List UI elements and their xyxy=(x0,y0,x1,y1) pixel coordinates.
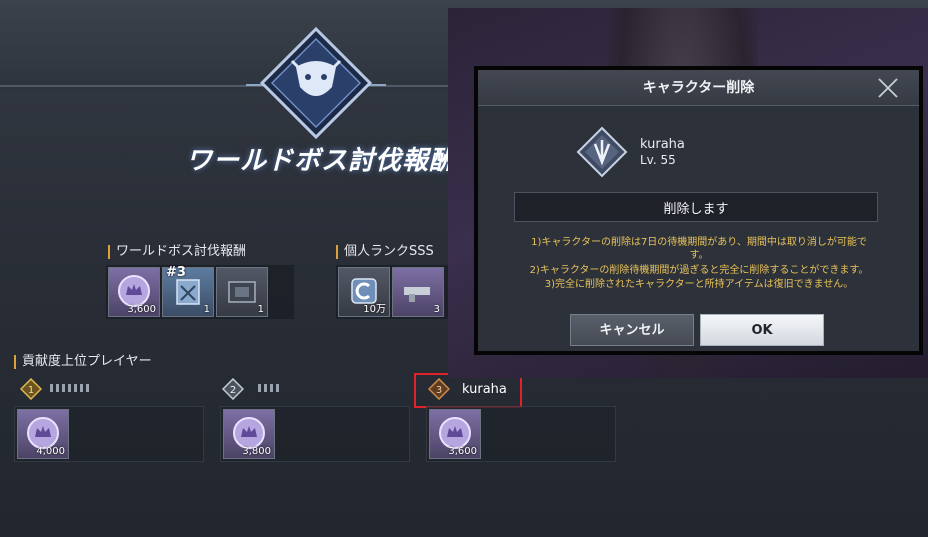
notice-line-1: 1)キャラクターの削除は7日の待機期間があり、期間中は取り消しが可能で xyxy=(531,237,867,248)
svg-text:1: 1 xyxy=(28,385,34,396)
reward-slot-weapon[interactable]: 3 xyxy=(392,267,444,317)
reward-count: 3,800 xyxy=(242,446,271,457)
character-level: Lv. 55 xyxy=(640,153,676,167)
notice-line-2: 2)キャラクターの削除待機期間が過ぎると完全に削除することができます。 xyxy=(529,265,869,276)
reward-slot-ticket[interactable]: 10万 xyxy=(338,267,390,317)
reward-count: 3,600 xyxy=(127,304,156,315)
player-reward-slot[interactable]: 3,600 xyxy=(429,409,481,459)
player-reward-slot[interactable]: 3,800 xyxy=(223,409,275,459)
character-class-icon xyxy=(576,126,628,178)
close-icon[interactable] xyxy=(876,76,900,100)
boss-emblem-icon xyxy=(246,26,386,140)
cancel-button[interactable]: キャンセル xyxy=(570,314,694,346)
crown-coin-icon xyxy=(233,417,265,449)
highlight-box xyxy=(414,373,522,408)
character-name: kuraha xyxy=(640,137,685,152)
dialog-title: キャラクター削除 xyxy=(642,80,755,96)
svg-text:2: 2 xyxy=(230,385,236,396)
confirm-delete-input[interactable] xyxy=(514,192,878,222)
armor-crate-icon xyxy=(228,281,256,303)
redacted-name-2 xyxy=(258,384,280,392)
boss-reward-row: 3,600 1 1 xyxy=(106,265,294,319)
reward-count: 3 xyxy=(433,304,440,315)
reward-count: 3,600 xyxy=(448,446,477,457)
reward-count: 1 xyxy=(203,304,210,315)
notice-line-1-cont: す。 xyxy=(689,250,709,261)
reward-count: 4,000 xyxy=(36,446,65,457)
delete-character-dialog: キャラクター削除 kuraha Lv. 55 1)キャラクターの削除は7日の待機… xyxy=(474,66,923,355)
crown-coin-icon xyxy=(118,275,150,307)
reward-count: 1 xyxy=(257,304,264,315)
player-panel-2: 3,800 xyxy=(220,406,410,462)
rank-1-badge-icon: 1 xyxy=(20,378,42,400)
crown-coin-icon xyxy=(27,417,59,449)
redacted-name-1 xyxy=(50,384,92,392)
player-panel-1: 4,000 xyxy=(14,406,204,462)
page-title: ワールドボス討伐報酬 xyxy=(186,146,457,176)
notice-line-3: 3)完全に削除されたキャラクターと所持アイテムは復旧できません。 xyxy=(544,279,854,290)
contributors-heading: 貢献度上位プレイヤー xyxy=(14,355,152,369)
rank-marker: #3 xyxy=(166,265,186,280)
reward-slot-crate[interactable]: 1 xyxy=(216,267,268,317)
personal-rank-row: 10万 3 xyxy=(336,265,448,319)
boss-reward-label: ワールドボス討伐報酬 xyxy=(108,245,246,259)
reward-slot-coin[interactable]: 3,600 xyxy=(108,267,160,317)
player-reward-slot[interactable]: 4,000 xyxy=(17,409,69,459)
personal-rank-label: 個人ランクSSS xyxy=(336,245,434,259)
ok-button[interactable]: OK xyxy=(700,314,824,346)
rank-2-badge-icon: 2 xyxy=(222,378,244,400)
player-panel-3: 3,600 xyxy=(426,406,616,462)
crown-coin-icon xyxy=(439,417,471,449)
reward-count: 10万 xyxy=(363,304,386,315)
weapon-icon xyxy=(404,287,430,302)
